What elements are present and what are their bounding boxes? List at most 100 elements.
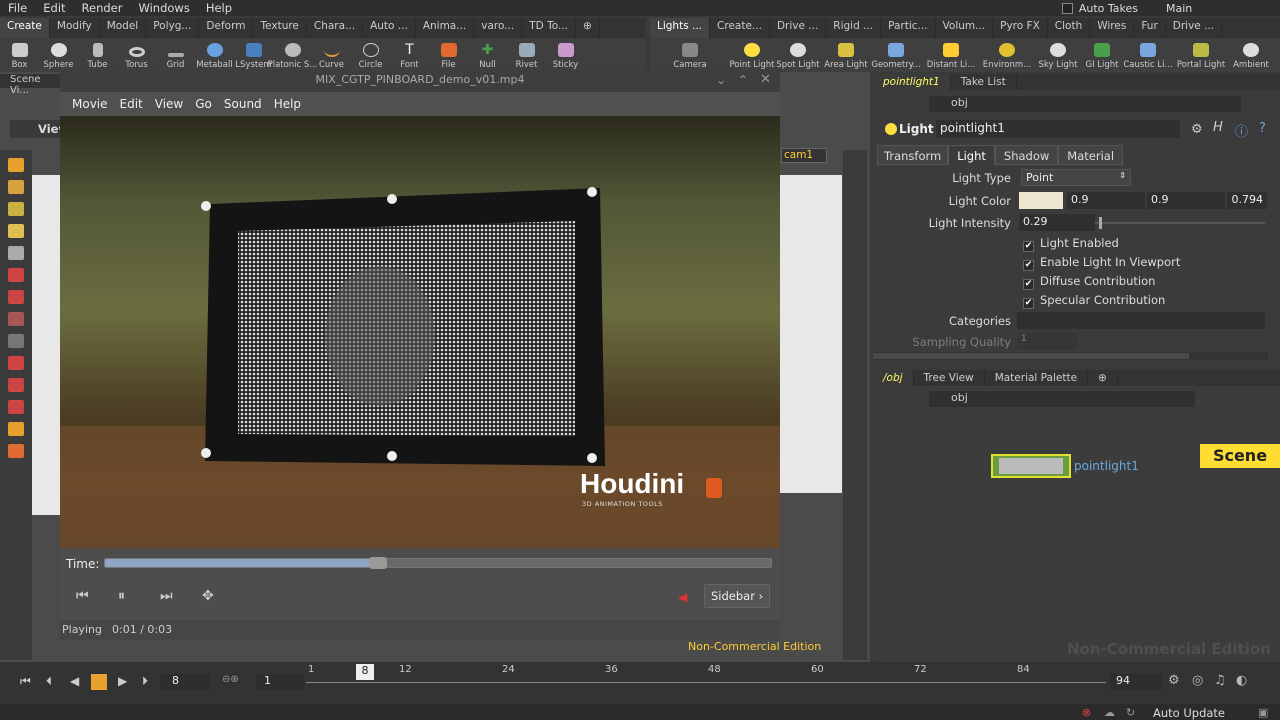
player-menu-movie[interactable]: Movie xyxy=(66,97,114,111)
light-intensity-handle[interactable] xyxy=(1099,217,1102,229)
shelf-tab-rigid[interactable]: Rigid ... xyxy=(826,18,882,38)
light-intensity-field[interactable]: 0.29 xyxy=(1019,214,1095,231)
skip-forward-icon[interactable]: ⏭ xyxy=(160,588,173,604)
tool-ambient-light[interactable]: Ambient xyxy=(1228,38,1274,72)
group-tool-icon[interactable] xyxy=(8,400,24,414)
close-icon[interactable]: ✕ xyxy=(760,72,771,87)
tab-pointlight1[interactable]: pointlight1 xyxy=(873,74,951,90)
shelf-tab-fur[interactable]: Fur xyxy=(1134,18,1166,38)
viewport-tab[interactable]: Scene Vi... xyxy=(0,74,60,96)
minimize-icon[interactable]: ⌄ xyxy=(716,73,726,87)
shelf-tab-create-2[interactable]: Create... xyxy=(710,18,770,38)
help-h-icon[interactable]: H xyxy=(1213,120,1223,135)
time-slider[interactable] xyxy=(104,557,772,569)
param-scrollbar[interactable] xyxy=(873,352,1268,360)
view-label[interactable]: View xyxy=(10,120,69,138)
menu-edit[interactable]: Edit xyxy=(35,1,73,15)
tool-area-light[interactable]: Area Light xyxy=(822,38,870,72)
pointer-tool-icon[interactable] xyxy=(8,246,24,260)
light-color-swatch[interactable] xyxy=(1019,192,1063,209)
tool-gi-light[interactable]: GI Light xyxy=(1082,38,1122,72)
light-enabled-checkbox[interactable]: ✔ Light Enabled xyxy=(1023,236,1119,252)
tool-caustic-light[interactable]: Caustic Li... xyxy=(1122,38,1174,72)
display-icon[interactable]: ▣ xyxy=(1258,706,1268,719)
step-forward-icon[interactable]: ⏵ xyxy=(142,674,148,689)
tool-geometry-light[interactable]: Geometry... xyxy=(870,38,922,72)
player-menu-view[interactable]: View xyxy=(149,97,189,111)
volume-muted-icon[interactable]: ◀ xyxy=(678,590,687,604)
light-color-g[interactable]: 0.9 xyxy=(1147,192,1225,209)
realtime-icon[interactable]: ◎ xyxy=(1192,673,1203,688)
shelf-tab-create[interactable]: Create xyxy=(0,18,50,38)
tool-file[interactable]: File xyxy=(429,38,468,72)
pointlight1-node-label[interactable]: pointlight1 xyxy=(1074,459,1139,473)
light-color-r[interactable]: 0.9 xyxy=(1067,192,1145,209)
light-type-select[interactable]: Point ⇕ xyxy=(1021,169,1131,186)
tool-sticky[interactable]: Sticky xyxy=(546,38,585,72)
tool-camera[interactable]: Camera xyxy=(650,38,730,72)
skip-back-icon[interactable]: ⏮ xyxy=(76,588,89,604)
tool-null[interactable]: ✚ Null xyxy=(468,38,507,72)
start-frame-field[interactable]: 1 xyxy=(256,674,304,690)
tool-grid[interactable]: Grid xyxy=(156,38,195,72)
tab-tree-view[interactable]: Tree View xyxy=(914,370,985,386)
add-tab-icon[interactable]: ⊕ xyxy=(1088,370,1118,386)
shelf-tab-character[interactable]: Chara... xyxy=(307,18,364,38)
node-name-field[interactable]: pointlight1 xyxy=(936,120,1180,138)
tab-obj[interactable]: /obj xyxy=(873,370,914,386)
keyframe-icon[interactable]: ⚙ xyxy=(1168,673,1180,688)
stop-icon[interactable] xyxy=(91,674,107,690)
video-frame[interactable]: Houdini 3D ANIMATION TOOLS xyxy=(60,116,780,548)
tool-rivet[interactable]: Rivet xyxy=(507,38,546,72)
tool-font[interactable]: T Font xyxy=(390,38,429,72)
categories-field[interactable] xyxy=(1017,312,1265,329)
audio-icon[interactable]: ♫ xyxy=(1214,673,1226,688)
shelf-tab-td-tools[interactable]: TD To... xyxy=(522,18,576,38)
transform-tool-icon[interactable] xyxy=(8,180,24,194)
maximize-icon[interactable]: ⌃ xyxy=(738,73,748,87)
step-back-icon[interactable]: ⏴ xyxy=(46,674,52,689)
shelf-tab-volume[interactable]: Volum... xyxy=(936,18,994,38)
network-pane[interactable]: obj Scene pointlight1 Non-Commercial Edi… xyxy=(873,386,1280,662)
menu-file[interactable]: File xyxy=(0,1,35,15)
tool-curve[interactable]: Curve xyxy=(312,38,351,72)
brush-tool-icon[interactable] xyxy=(8,312,24,326)
rotate-tool-icon[interactable] xyxy=(8,202,24,216)
light-color-b[interactable]: 0.794 xyxy=(1227,192,1267,209)
play-icon[interactable]: ▶ xyxy=(118,674,127,688)
desktop-select[interactable]: Main xyxy=(1166,2,1256,15)
frame-step-icon[interactable]: ⊖⊕ xyxy=(222,674,239,685)
shelf-tab-deform[interactable]: Deform xyxy=(199,18,254,38)
cloud-icon[interactable]: ☁ xyxy=(1104,706,1115,719)
render-tool-icon[interactable] xyxy=(8,422,24,436)
diffuse-checkbox[interactable]: ✔ Diffuse Contribution xyxy=(1023,274,1155,290)
shelf-tab-polygon[interactable]: Polyg... xyxy=(146,18,200,38)
fullscreen-icon[interactable]: ✥ xyxy=(202,588,214,604)
menu-help[interactable]: Help xyxy=(198,1,240,15)
tool-point-light[interactable]: Point Light xyxy=(729,38,775,72)
tool-tube[interactable]: Tube xyxy=(78,38,117,72)
enable-in-viewport-checkbox[interactable]: ✔ Enable Light In Viewport xyxy=(1023,255,1180,271)
shelf-tab-varo[interactable]: varo... xyxy=(474,18,523,38)
shelf-tab-auto[interactable]: Auto ... xyxy=(363,18,416,38)
shelf-tab-drive-2[interactable]: Drive ... xyxy=(1166,18,1223,38)
pointlight1-node[interactable] xyxy=(991,454,1071,478)
tool-torus[interactable]: Torus xyxy=(117,38,156,72)
shelf-tab-wires[interactable]: Wires xyxy=(1090,18,1135,38)
param-path[interactable]: obj xyxy=(929,96,1241,112)
shelf-add-icon[interactable]: ⊕ xyxy=(576,18,600,38)
menu-render[interactable]: Render xyxy=(74,1,131,15)
shelf-tab-animation[interactable]: Anima... xyxy=(416,18,475,38)
scale-tool-icon[interactable] xyxy=(8,224,24,238)
specular-checkbox[interactable]: ✔ Specular Contribution xyxy=(1023,293,1165,309)
subtab-material[interactable]: Material xyxy=(1058,145,1124,165)
auto-update-menu[interactable]: Auto Update xyxy=(1153,706,1225,720)
handle-tool-icon[interactable] xyxy=(8,268,24,282)
magnet-tool-icon[interactable] xyxy=(8,356,24,370)
menu-windows[interactable]: Windows xyxy=(130,1,197,15)
player-menu-edit[interactable]: Edit xyxy=(114,97,149,111)
current-frame-field[interactable]: 8 xyxy=(160,674,210,690)
tool-metaball[interactable]: Metaball xyxy=(195,38,234,72)
tool-circle[interactable]: Circle xyxy=(351,38,390,72)
snap-tool-icon[interactable] xyxy=(8,334,24,348)
